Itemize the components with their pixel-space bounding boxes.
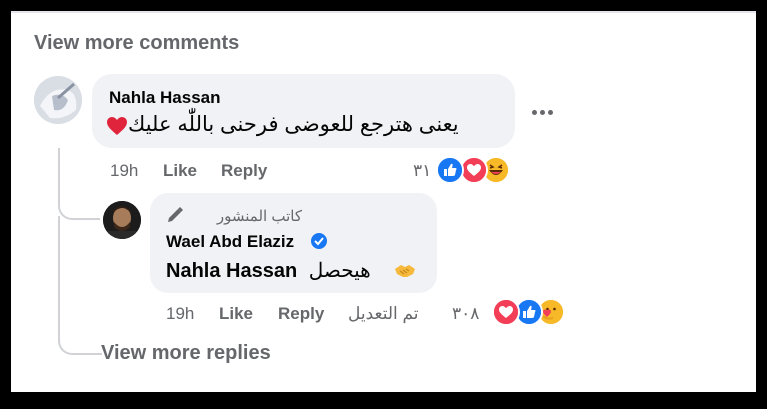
reply-text-rtl: هيحصل bbox=[308, 260, 371, 282]
comment-text-content: يعنى هترجع للعوضى فرحنى باللّٰه عليك bbox=[128, 113, 459, 136]
reply-author[interactable]: Wael Abd Elaziz bbox=[166, 232, 294, 252]
view-more-comments-link[interactable]: View more comments bbox=[34, 32, 239, 55]
comment-time[interactable]: 19h bbox=[110, 161, 138, 181]
reply-button[interactable]: Reply bbox=[278, 304, 324, 324]
like-button[interactable]: Like bbox=[163, 161, 197, 181]
reply-text: Nahla Hassan هيحصل bbox=[166, 258, 371, 283]
thread-connector bbox=[58, 216, 102, 355]
more-options-icon[interactable] bbox=[532, 110, 554, 116]
comment-author[interactable]: Nahla Hassan bbox=[109, 88, 221, 108]
like-icon bbox=[436, 156, 464, 184]
reaction-count[interactable]: ٣٠٨ bbox=[452, 304, 479, 324]
avatar[interactable] bbox=[103, 201, 141, 239]
handshake-emoji bbox=[394, 261, 416, 284]
comment-bubble: Nahla Hassan يعنى هترجع للعوضى فرحنى بال… bbox=[92, 74, 515, 148]
like-button[interactable]: Like bbox=[219, 304, 253, 324]
comments-panel: View more comments Nahla Hassan يعنى هتر… bbox=[11, 11, 756, 392]
red-heart-emoji bbox=[106, 116, 128, 141]
author-badge: كاتب المنشور bbox=[216, 208, 302, 225]
comment-text: يعنى هترجع للعوضى فرحنى باللّٰه عليك bbox=[128, 112, 459, 137]
thread-connector bbox=[58, 148, 100, 220]
reply-button[interactable]: Reply bbox=[221, 161, 267, 181]
divider bbox=[11, 11, 756, 13]
reply-bubble: كاتب المنشور Wael Abd Elaziz Nahla Hassa… bbox=[150, 193, 437, 293]
love-icon bbox=[492, 298, 520, 326]
reaction-count[interactable]: ٣١ bbox=[413, 161, 431, 181]
mention-link[interactable]: Nahla Hassan bbox=[166, 260, 297, 282]
verified-badge-icon bbox=[310, 232, 328, 255]
love-icon bbox=[460, 156, 488, 184]
view-more-replies-link[interactable]: View more replies bbox=[101, 342, 271, 365]
pen-icon bbox=[166, 206, 184, 229]
avatar[interactable] bbox=[34, 76, 82, 124]
edited-label[interactable]: تم التعديل bbox=[348, 304, 419, 324]
reply-time[interactable]: 19h bbox=[166, 304, 194, 324]
